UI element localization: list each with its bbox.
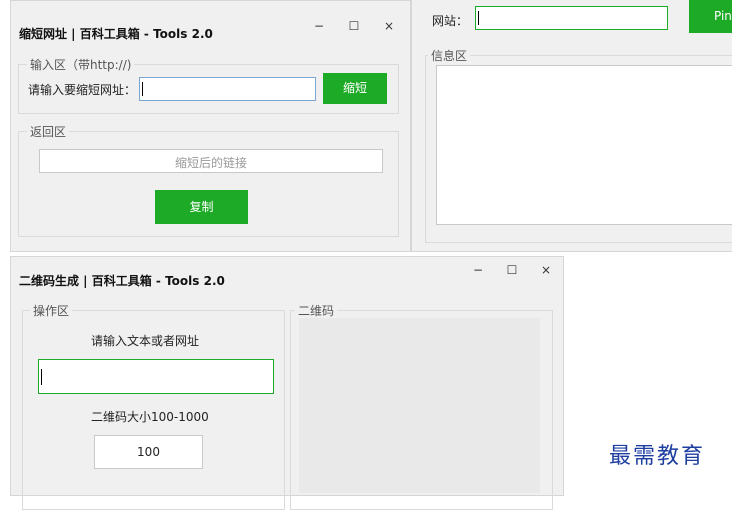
maximize-icon[interactable]: ☐ xyxy=(347,19,361,33)
ping-window: 网站： Pin 信息区 xyxy=(411,0,732,252)
qr-code-display xyxy=(299,318,540,493)
shorten-button[interactable]: 缩短 xyxy=(323,73,387,104)
watermark-text: 最需教育 xyxy=(609,444,706,469)
info-group-label: 信息区 xyxy=(428,47,471,64)
minimize-icon[interactable]: − xyxy=(471,263,485,277)
text-caret xyxy=(142,82,143,96)
input-group-label: 输入区（带http://) xyxy=(27,56,135,73)
text-caret xyxy=(41,369,42,385)
ping-button[interactable]: Pin xyxy=(689,0,732,33)
qr-code-group-label: 二维码 xyxy=(295,302,338,319)
close-icon[interactable]: × xyxy=(382,19,396,33)
url-input[interactable] xyxy=(139,77,316,101)
info-textarea[interactable] xyxy=(436,65,732,225)
shortened-link-placeholder: 缩短后的链接 xyxy=(174,156,247,170)
close-icon[interactable]: × xyxy=(539,263,553,277)
input-prompt-label: 请输入要缩短网址： xyxy=(28,83,137,97)
shortened-link-field[interactable]: 缩短后的链接 xyxy=(39,149,383,173)
site-label: 网站： xyxy=(432,14,469,28)
text-caret xyxy=(478,11,479,25)
site-input[interactable] xyxy=(475,6,668,30)
qr-size-input[interactable]: 100 xyxy=(94,435,203,469)
window-title: 缩短网址 | 百科工具箱 - Tools 2.0 xyxy=(19,27,213,41)
window-title: 二维码生成 | 百科工具箱 - Tools 2.0 xyxy=(19,274,225,288)
operation-group-label: 操作区 xyxy=(30,302,73,319)
text-prompt-label: 请输入文本或者网址 xyxy=(91,334,200,348)
shorten-url-window: 缩短网址 | 百科工具箱 - Tools 2.0 − ☐ × 输入区（带http… xyxy=(10,0,411,252)
minimize-icon[interactable]: − xyxy=(312,19,326,33)
output-group-label: 返回区 xyxy=(27,123,70,140)
maximize-icon[interactable]: ☐ xyxy=(505,263,519,277)
qr-text-input[interactable] xyxy=(38,359,274,394)
copy-button[interactable]: 复制 xyxy=(155,190,248,224)
qr-code-window: 二维码生成 | 百科工具箱 - Tools 2.0 − ☐ × 操作区 请输入文… xyxy=(10,256,564,510)
size-label: 二维码大小100-1000 xyxy=(91,410,209,424)
